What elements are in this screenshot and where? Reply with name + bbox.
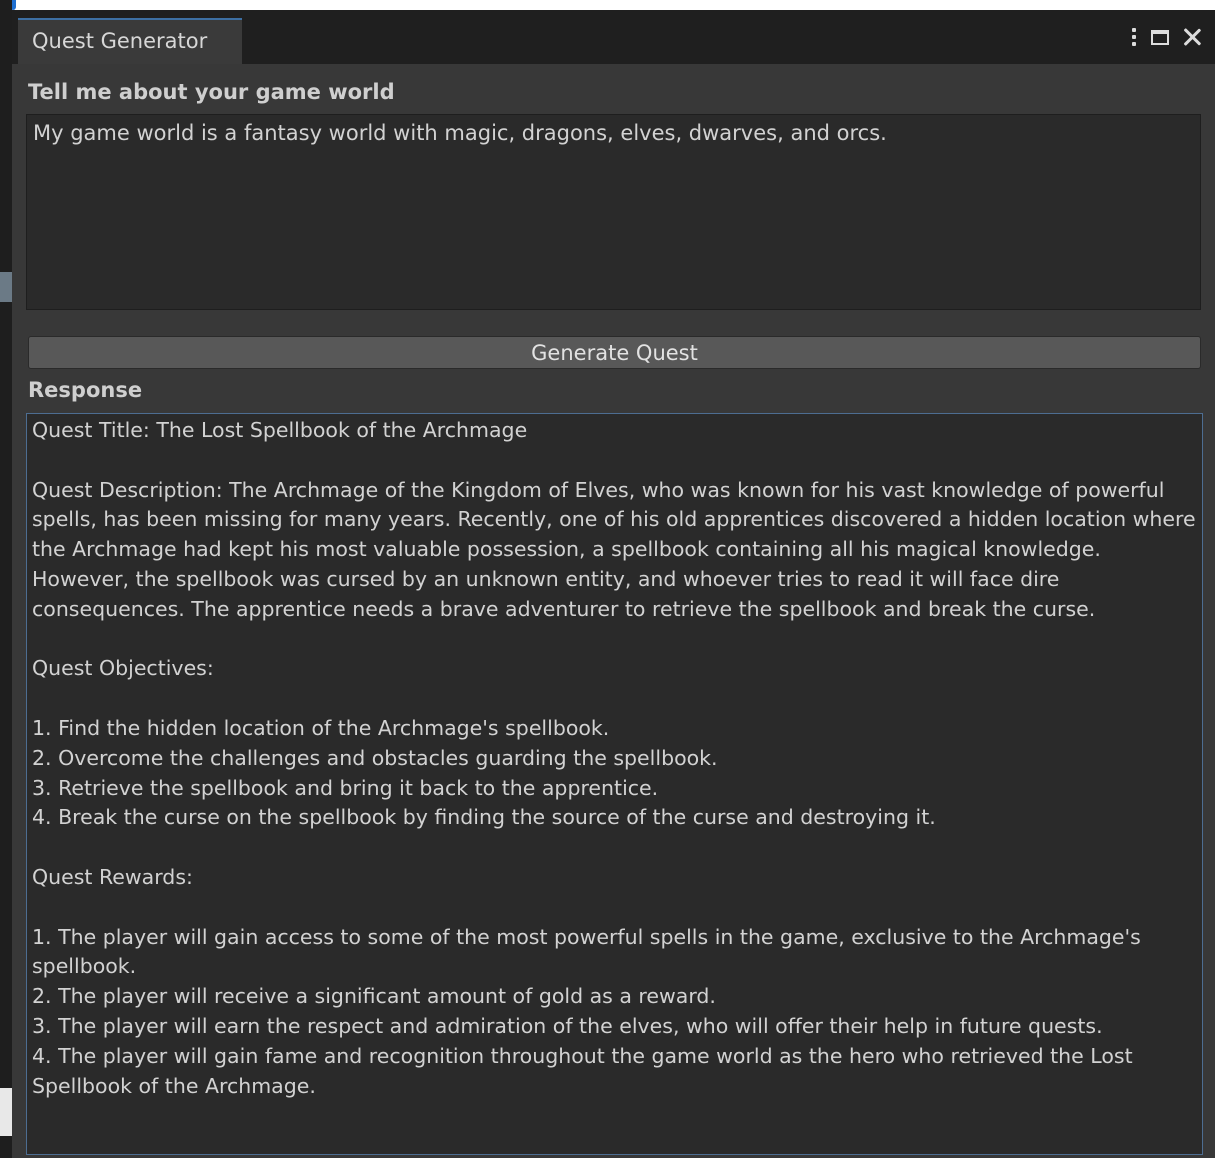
- objective-item: 4. Break the curse on the spellbook by f…: [32, 805, 936, 830]
- quest-title-line: Quest Title: The Lost Spellbook of the A…: [32, 418, 528, 442]
- response-textarea[interactable]: Quest Title: The Lost Spellbook of the A…: [26, 413, 1203, 1155]
- reward-item: 2. The player will receive a significant…: [32, 984, 716, 1009]
- background-marker: [0, 272, 12, 302]
- tab-quest-generator[interactable]: Quest Generator: [18, 18, 242, 64]
- window-tab-bar: Quest Generator: [12, 10, 1215, 64]
- background-marker: [0, 1088, 12, 1136]
- kebab-menu-icon[interactable]: [1131, 28, 1137, 46]
- reward-item: 1. The player will gain access to some o…: [32, 924, 1148, 979]
- rewards-heading: Quest Rewards:: [32, 864, 193, 889]
- objective-item: 1. Find the hidden location of the Archm…: [32, 715, 610, 740]
- reward-item: 3. The player will earn the respect and …: [32, 1013, 1103, 1038]
- objective-item: 2. Overcome the challenges and obstacles…: [32, 745, 718, 770]
- response-label: Response: [28, 378, 143, 402]
- reward-item: 4. The player will gain fame and recogni…: [32, 1043, 1140, 1098]
- maximize-icon[interactable]: [1151, 29, 1169, 45]
- close-icon[interactable]: [1183, 28, 1201, 46]
- game-world-label: Tell me about your game world: [28, 80, 395, 104]
- objectives-heading: Quest Objectives:: [32, 656, 214, 681]
- generate-quest-button[interactable]: Generate Quest: [28, 336, 1201, 369]
- window-controls: [1131, 22, 1201, 52]
- quest-description: Quest Description: The Archmage of the K…: [32, 477, 1203, 621]
- window-content: Tell me about your game world My game wo…: [12, 64, 1215, 1158]
- editor-background-strip: [0, 0, 12, 1158]
- objective-item: 3. Retrieve the spellbook and bring it b…: [32, 775, 659, 800]
- quest-generator-window: Quest Generator Tell me about your game …: [12, 10, 1215, 1158]
- game-world-input[interactable]: My game world is a fantasy world with ma…: [26, 114, 1201, 310]
